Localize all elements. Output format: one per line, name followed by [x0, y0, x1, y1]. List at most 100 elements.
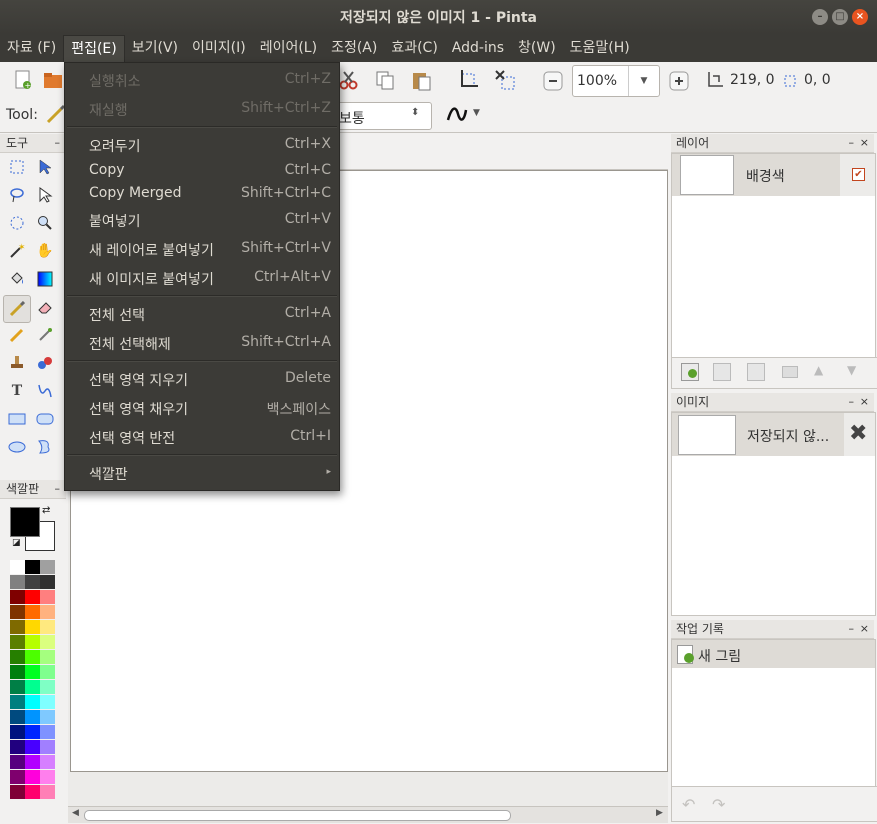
pan-icon[interactable]: ✋: [33, 239, 57, 263]
palette-swatch[interactable]: [25, 680, 40, 694]
palette-swatch[interactable]: [40, 755, 55, 769]
menu-file[interactable]: 자료 (F): [0, 35, 63, 61]
palette-swatch[interactable]: [25, 755, 40, 769]
move-layer-up-icon[interactable]: ▲: [814, 363, 823, 377]
close-image-icon[interactable]: ✖: [849, 421, 867, 446]
horizontal-scrollbar[interactable]: ◀ ▶: [68, 806, 668, 823]
move-selection-icon[interactable]: [33, 183, 57, 207]
menu-item-paste-new-image[interactable]: 새 이미지로 붙여넣기 Ctrl+Alt+V: [65, 265, 339, 291]
paste-icon[interactable]: [410, 69, 432, 91]
paint-bucket-icon[interactable]: [5, 267, 29, 291]
palette-swatch[interactable]: [25, 605, 40, 619]
palette-swatch[interactable]: [40, 605, 55, 619]
antialiasing-icon[interactable]: [446, 104, 468, 126]
text-tool-icon[interactable]: T: [5, 379, 29, 403]
ellipse-icon[interactable]: [5, 435, 29, 459]
maximize-icon[interactable]: □: [832, 9, 848, 25]
menu-image[interactable]: 이미지(I): [185, 35, 253, 61]
palette-swatch[interactable]: [25, 560, 40, 574]
palette-swatch[interactable]: [25, 695, 40, 709]
palette-swatch[interactable]: [10, 710, 25, 724]
palette-swatch[interactable]: [10, 695, 25, 709]
delete-layer-icon[interactable]: [713, 363, 731, 381]
minimize-panel-icon[interactable]: –: [849, 620, 855, 638]
blend-mode-select[interactable]: 보통 ⬍: [336, 102, 432, 130]
palette-swatch[interactable]: [40, 575, 55, 589]
history-item[interactable]: 새 그림: [672, 640, 875, 668]
palette-swatch[interactable]: [25, 650, 40, 664]
palette-swatch[interactable]: [10, 680, 25, 694]
palette-swatch[interactable]: [10, 575, 25, 589]
palette-swatch[interactable]: [10, 770, 25, 784]
gradient-icon[interactable]: [33, 267, 57, 291]
palette-swatch[interactable]: [40, 635, 55, 649]
menu-item-cut[interactable]: 오려두기 Ctrl+X: [65, 132, 339, 158]
menu-item-paste[interactable]: 붙여넣기 Ctrl+V: [65, 207, 339, 233]
recolor-icon[interactable]: [33, 351, 57, 375]
palette-swatch[interactable]: [25, 710, 40, 724]
palette-swatch[interactable]: [40, 710, 55, 724]
clone-stamp-icon[interactable]: [5, 351, 29, 375]
rectangle-icon[interactable]: [5, 407, 29, 431]
palette-swatch[interactable]: [40, 665, 55, 679]
menu-layers[interactable]: 레이어(L): [253, 35, 324, 61]
menu-adjustments[interactable]: 조정(A): [324, 35, 384, 61]
swap-colors-icon[interactable]: ⇄: [42, 505, 50, 516]
palette-swatch[interactable]: [40, 590, 55, 604]
palette-swatch[interactable]: [10, 605, 25, 619]
add-layer-icon[interactable]: [681, 363, 699, 381]
chevron-right-icon[interactable]: ▶: [656, 808, 663, 818]
palette-swatch[interactable]: [10, 590, 25, 604]
chevron-down-icon[interactable]: ▼: [473, 108, 480, 118]
menu-help[interactable]: 도움말(H): [563, 35, 637, 61]
color-picker-icon[interactable]: [33, 323, 57, 347]
freeform-shape-icon[interactable]: [33, 435, 57, 459]
close-panel-icon[interactable]: ×: [860, 620, 869, 638]
crop-to-selection-icon[interactable]: [457, 69, 479, 91]
copy-icon[interactable]: [374, 69, 396, 91]
primary-color-swatch[interactable]: [10, 507, 40, 537]
palette-swatch[interactable]: [40, 695, 55, 709]
menu-item-invert-selection[interactable]: 선택 영역 반전 Ctrl+I: [65, 424, 339, 450]
palette-swatch[interactable]: [40, 770, 55, 784]
menu-item-copy-merged[interactable]: Copy Merged Shift+Ctrl+C: [65, 181, 339, 207]
chevron-left-icon[interactable]: ◀: [72, 808, 79, 818]
minimize-panel-icon[interactable]: –: [55, 134, 61, 152]
palette-swatch[interactable]: [25, 725, 40, 739]
palette-swatch[interactable]: [10, 635, 25, 649]
palette-swatch[interactable]: [40, 725, 55, 739]
palette-swatch[interactable]: [25, 590, 40, 604]
palette-swatch[interactable]: [40, 560, 55, 574]
minimize-panel-icon[interactable]: –: [849, 134, 855, 152]
palette-swatch[interactable]: [10, 560, 25, 574]
close-panel-icon[interactable]: ×: [860, 134, 869, 152]
palette-swatch[interactable]: [10, 785, 25, 799]
new-image-icon[interactable]: +: [12, 69, 34, 91]
layer-visible-checkbox[interactable]: ✔: [852, 168, 865, 181]
menu-addins[interactable]: Add-ins: [445, 35, 511, 61]
duplicate-layer-icon[interactable]: [747, 363, 765, 381]
close-panel-icon[interactable]: ×: [860, 393, 869, 411]
palette-swatch[interactable]: [40, 650, 55, 664]
palette-swatch[interactable]: [25, 665, 40, 679]
zoom-combo[interactable]: 100% ▼: [572, 65, 660, 97]
palette-swatch[interactable]: [40, 680, 55, 694]
palette-swatch[interactable]: [40, 740, 55, 754]
menu-item-select-all[interactable]: 전체 선택 Ctrl+A: [65, 301, 339, 327]
menu-item-undo[interactable]: 실행취소 Ctrl+Z: [65, 67, 339, 93]
menu-edit[interactable]: 편집(E): [63, 34, 125, 62]
palette-swatch[interactable]: [25, 740, 40, 754]
scrollbar-thumb[interactable]: [84, 810, 511, 821]
palette-swatch[interactable]: [25, 770, 40, 784]
palette-swatch[interactable]: [10, 725, 25, 739]
layer-row[interactable]: 배경색 ✔: [672, 154, 875, 196]
reset-colors-icon[interactable]: ◪: [12, 538, 21, 548]
magic-wand-icon[interactable]: ✶: [5, 239, 29, 263]
palette-swatch[interactable]: [25, 635, 40, 649]
palette-swatch[interactable]: [25, 620, 40, 634]
zoom-out-icon[interactable]: [542, 70, 564, 92]
palette-swatch[interactable]: [25, 575, 40, 589]
ellipse-select-icon[interactable]: [5, 211, 29, 235]
eraser-icon[interactable]: [33, 295, 57, 319]
paintbrush-icon[interactable]: [3, 295, 31, 323]
